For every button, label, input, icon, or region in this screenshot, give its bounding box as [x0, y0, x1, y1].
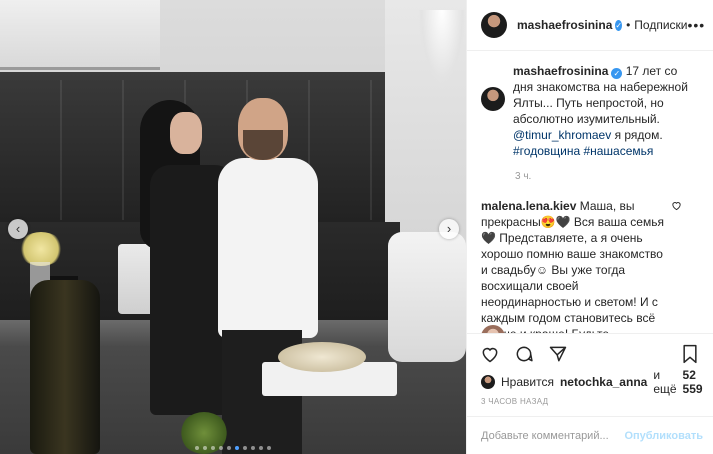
- bookmark-icon: [683, 344, 697, 363]
- post-side-panel: mashaefrosinina ✓ • Подписки ••• mashaef…: [466, 0, 713, 454]
- photo-range-hood: [0, 0, 160, 70]
- caption-text: mashaefrosinina ✓ 17 лет со дня знакомств…: [513, 63, 699, 159]
- post-timestamp: 3 ЧАСОВ НАЗАД: [481, 397, 549, 406]
- save-button[interactable]: [679, 343, 701, 365]
- photo-bowl: [278, 342, 366, 372]
- caption-avatar[interactable]: [481, 87, 505, 111]
- photo-bottle: [30, 280, 100, 454]
- comment-item: malena.lena.kiev Маша, вы прекрасны😍🖤 Вс…: [481, 198, 699, 333]
- comment-icon: [516, 346, 533, 361]
- liker-avatar[interactable]: [481, 375, 495, 389]
- post-photo[interactable]: ‹ ›: [0, 0, 466, 454]
- carousel-dot: [259, 446, 263, 450]
- publish-button[interactable]: Опубликовать: [624, 430, 703, 442]
- comment-input[interactable]: [481, 429, 625, 442]
- photo-man: [218, 158, 318, 338]
- carousel-dot: [267, 446, 271, 450]
- comment-text: malena.lena.kiev Маша, вы прекрасны😍🖤 Вс…: [481, 198, 665, 333]
- chevron-left-icon: ‹: [15, 221, 21, 236]
- comment-username[interactable]: malena.lena.kiev: [481, 199, 576, 213]
- carousel-dot: [227, 446, 231, 450]
- chevron-right-icon: ›: [446, 221, 452, 236]
- header-separator: •: [626, 18, 631, 32]
- comments-area[interactable]: mashaefrosinina ✓ 17 лет со дня знакомств…: [467, 51, 713, 333]
- following-button[interactable]: Подписки: [634, 18, 687, 32]
- author-avatar[interactable]: [481, 12, 507, 38]
- verified-icon: ✓: [611, 68, 623, 79]
- photo-kitchen-appliance: [388, 232, 466, 362]
- caption-mention-link[interactable]: @timur_khromaev: [513, 128, 611, 142]
- photo-man-beard: [243, 130, 283, 160]
- caption-avatar-wrap: [481, 63, 505, 159]
- share-icon: [549, 346, 567, 361]
- like-button[interactable]: [479, 343, 501, 365]
- comment-button[interactable]: [513, 343, 535, 365]
- likes-prefix: Нравится: [501, 375, 554, 389]
- more-options-icon[interactable]: •••: [687, 17, 705, 33]
- comment-body: Маша, вы прекрасны😍🖤 Вся ваша семья 🖤 Пр…: [481, 199, 664, 333]
- photo-flowers: [18, 232, 64, 266]
- carousel-dot: [235, 446, 239, 450]
- carousel-dot: [203, 446, 207, 450]
- carousel-dot: [251, 446, 255, 450]
- heart-icon: [482, 347, 498, 362]
- post-header: mashaefrosinina ✓ • Подписки •••: [467, 0, 713, 51]
- caption-username[interactable]: mashaefrosinina: [513, 64, 608, 78]
- caption-time: 3 ч.: [515, 171, 532, 182]
- carousel-dot: [243, 446, 247, 450]
- carousel-prev-button[interactable]: ‹: [8, 219, 28, 239]
- comment-like-icon[interactable]: [671, 200, 682, 333]
- author-username[interactable]: mashaefrosinina: [517, 18, 612, 32]
- add-comment-bar: Опубликовать: [467, 416, 713, 454]
- post-caption: mashaefrosinina ✓ 17 лет со дня знакомств…: [481, 63, 699, 159]
- action-bar: [467, 333, 713, 373]
- liker-username[interactable]: netochka_anna: [560, 375, 647, 389]
- carousel-dot: [211, 446, 215, 450]
- likes-summary: Нравится netochka_anna и ещё 52 559: [467, 368, 713, 396]
- photo-chandelier: [418, 10, 466, 90]
- carousel-next-button[interactable]: ›: [439, 219, 459, 239]
- share-button[interactable]: [547, 343, 569, 365]
- carousel-dots: [0, 446, 466, 450]
- verified-icon: ✓: [615, 19, 623, 31]
- instagram-post: ‹ › mashaefrosinina ✓ • Подписки ••• mas…: [0, 0, 713, 454]
- photo-woman-face: [170, 112, 202, 154]
- caption-hashtags[interactable]: #годовщина #нашасемья: [513, 144, 653, 158]
- carousel-dot: [219, 446, 223, 450]
- carousel-dot: [195, 446, 199, 450]
- caption-body-end: я рядом.: [614, 128, 663, 142]
